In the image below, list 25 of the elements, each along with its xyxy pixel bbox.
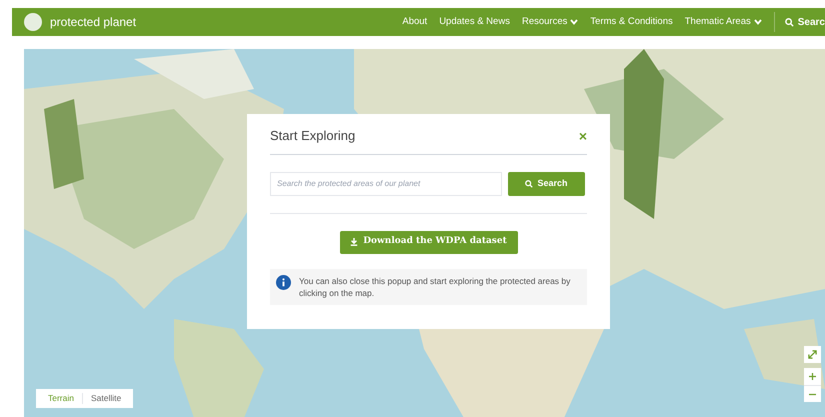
header-search-button[interactable]: Searc [784, 14, 825, 30]
logo-icon[interactable] [24, 13, 42, 31]
fullscreen-button[interactable] [804, 346, 821, 363]
nav-link[interactable]: Terms & Conditions [590, 14, 673, 30]
info-icon [276, 274, 291, 290]
search-field[interactable]: Search the protected areas of our planet [270, 172, 502, 196]
expand-icon [808, 350, 817, 359]
modal-title: Start Exploring [270, 127, 356, 145]
brand-name[interactable]: protected planet [50, 13, 136, 31]
search-button[interactable]: Search [508, 172, 585, 196]
plus-icon [809, 373, 816, 380]
close-button[interactable]: × [578, 128, 587, 143]
chevron-down-icon [570, 19, 578, 25]
layer-tab[interactable]: Terrain [40, 392, 82, 405]
nav-link[interactable]: About [402, 14, 428, 30]
search-icon [784, 18, 794, 26]
layer-tab[interactable]: Satellite [82, 392, 130, 405]
search-icon [525, 180, 534, 188]
info-text: You can also close this popup and start exploring the protected areas by clicking on the map. [299, 274, 572, 298]
chevron-down-icon [754, 19, 762, 25]
nav-link[interactable]: Resources [522, 14, 578, 30]
download-icon [350, 238, 358, 246]
nav-link[interactable]: Updates & News [439, 14, 510, 30]
download-button[interactable]: Download the WDPA dataset [340, 230, 518, 254]
nav-link[interactable]: Thematic Areas [684, 14, 762, 30]
